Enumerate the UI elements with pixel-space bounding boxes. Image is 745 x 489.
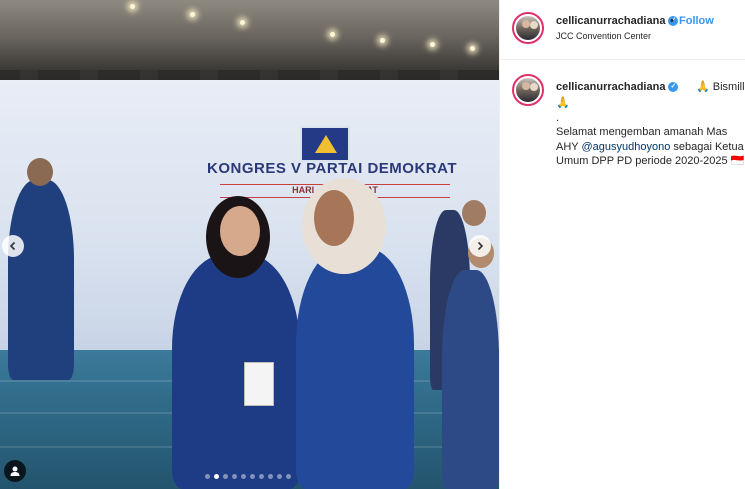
follow-button[interactable]: Follow xyxy=(679,15,714,27)
ceiling-light xyxy=(240,20,245,25)
caption-username[interactable]: cellicanurrachadiana ✓ xyxy=(556,81,679,93)
ceiling-light xyxy=(330,32,335,37)
caption-text: 🙏 . Selamat mengemban amanah Mas AHY @ag… xyxy=(556,96,745,169)
caption-line: Selamat mengemban amanah Mas xyxy=(556,126,728,138)
ceiling-light xyxy=(380,38,385,43)
person-left xyxy=(8,180,74,380)
mention-link[interactable]: @agusyudhoyono xyxy=(581,141,670,153)
caption-line: . xyxy=(556,111,560,124)
caption-avatar[interactable] xyxy=(512,74,544,106)
follow-separator: • xyxy=(670,15,674,27)
woman-right xyxy=(296,248,414,489)
carousel-dot xyxy=(232,474,237,479)
carousel-dot xyxy=(286,474,291,479)
carousel-dot xyxy=(250,474,255,479)
id-badge xyxy=(244,362,274,406)
carousel-dot xyxy=(268,474,273,479)
location-link[interactable]: JCC Convention Center xyxy=(556,31,651,41)
post-side-panel: cellicanurrachadiana ✓ • Follow JCC Conve… xyxy=(499,0,745,489)
header-username[interactable]: cellicanurrachadiana ✓ xyxy=(556,15,679,27)
chevron-left-icon xyxy=(9,241,16,251)
carousel-prev-button[interactable] xyxy=(2,235,24,257)
caption-first-line: 🙏 Bismillah xyxy=(696,81,745,93)
woman-left xyxy=(172,255,300,489)
username-text[interactable]: cellicanurrachadiana xyxy=(556,15,665,27)
ceiling-light xyxy=(430,42,435,47)
carousel-dot xyxy=(241,474,246,479)
person-right-head xyxy=(462,200,486,226)
ceiling-light xyxy=(190,12,195,17)
person-left-head xyxy=(27,158,53,186)
caption-line: Umum DPP PD periode 2020-2025 🇮🇩 xyxy=(556,155,745,167)
ceiling-light xyxy=(470,46,475,51)
caption-line: sebagai Ketua xyxy=(670,140,744,153)
carousel-next-button[interactable] xyxy=(469,235,491,257)
banner-title: KONGRES V PARTAI DEMOKRAT xyxy=(206,160,457,177)
carousel-dots xyxy=(205,474,291,479)
woman-left-face xyxy=(220,206,260,256)
caption-line: 🙏 xyxy=(556,97,570,109)
ceiling xyxy=(0,0,499,70)
carousel-dot xyxy=(223,474,228,479)
verified-badge-icon: ✓ xyxy=(668,82,679,93)
caption-line: AHY xyxy=(556,140,582,153)
user-icon xyxy=(10,466,20,476)
tagged-people-button[interactable] xyxy=(4,460,26,482)
chevron-right-icon xyxy=(477,241,484,251)
post-header: cellicanurrachadiana ✓ • Follow JCC Conve… xyxy=(500,0,745,60)
post-photo[interactable]: KONGRES V PARTAI DEMOKRAT HARI ... DEMOK… xyxy=(0,0,499,489)
woman-right-face xyxy=(314,190,354,246)
party-logo xyxy=(300,126,350,162)
carousel-dot xyxy=(205,474,210,479)
carousel-dot xyxy=(259,474,264,479)
avatar[interactable] xyxy=(512,12,544,44)
ceiling-light xyxy=(130,4,135,9)
carousel-dot-active xyxy=(214,474,219,479)
carousel-dot xyxy=(277,474,282,479)
caption-username-text[interactable]: cellicanurrachadiana xyxy=(556,81,665,93)
person-right xyxy=(442,270,499,489)
